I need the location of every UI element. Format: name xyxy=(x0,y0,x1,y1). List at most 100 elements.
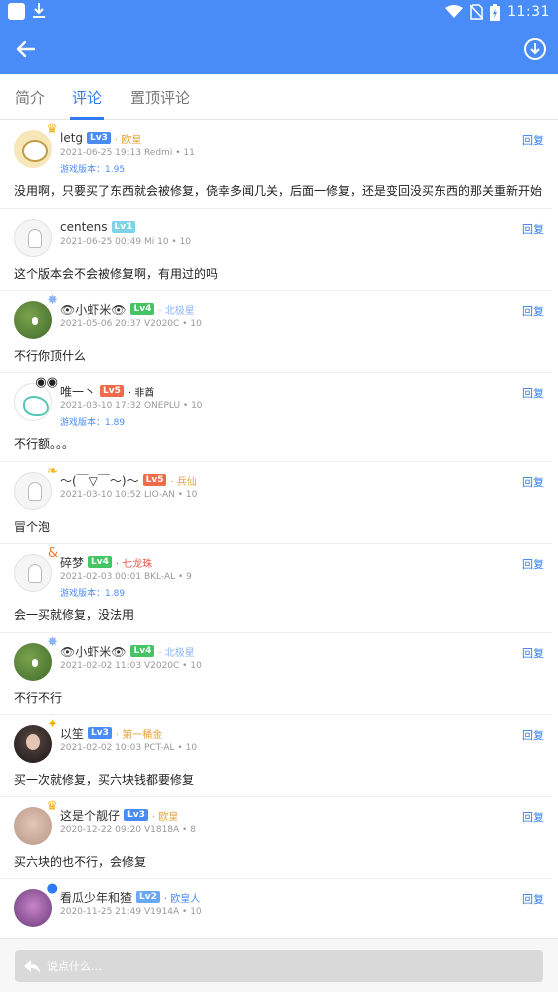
comment-item[interactable]: ❧ ～(￣▽￣～)～ Lv5 · 兵仙 2021-03-10 10:52 LIO-AN … xyxy=(0,462,552,544)
username[interactable]: 这是个靓仔 xyxy=(60,807,120,824)
user-avatar[interactable] xyxy=(14,219,52,257)
reply-button[interactable]: 回复 xyxy=(522,385,544,401)
comment-item[interactable]: & 碎梦 Lv4 · 七龙珠 2021-02-03 00:01 BKL-AL • 9 游戏… xyxy=(0,544,552,633)
user-info-line: 看瓜少年和猹 Lv2 · 欧皇人 xyxy=(60,889,200,905)
comment-item[interactable]: ◉◉ 唯一丶 Lv5 · 非酋 2021-03-10 17:32 ONEPLU • 10… xyxy=(0,373,552,462)
comment-text: 买六块的也不行，会修复 xyxy=(14,855,147,869)
comment-text: 冒个泡 xyxy=(14,520,51,534)
user-avatar[interactable]: & xyxy=(14,547,58,592)
reply-button[interactable]: 回复 xyxy=(522,474,544,490)
reply-icon xyxy=(24,960,40,973)
level-badge: Lv4 xyxy=(130,645,155,657)
avatar-badge-icon: ✦ xyxy=(47,717,58,732)
comment-meta: 2020-11-25 21:49 V1914A • 10 xyxy=(60,907,202,917)
level-badge: Lv5 xyxy=(142,474,167,486)
reply-button[interactable]: 回复 xyxy=(522,891,544,907)
user-avatar[interactable]: ◉◉ xyxy=(14,376,58,421)
user-info-line: centens Lv1 xyxy=(60,219,139,235)
comment-text: 没用啊，只要买了东西就会被修复，侥幸多闻几关，后面一修复，还是变回没买东西的那关… xyxy=(14,184,543,198)
level-badge: Lv4 xyxy=(130,303,155,315)
comment-item[interactable]: ✸ 👁小虾米👁 Lv4 · 北极星 2021-02-02 11:03 V2020C • … xyxy=(0,633,552,715)
comment-meta: 2021-02-02 11:03 V2020C • 10 xyxy=(60,661,202,671)
comment-text: 买一次就修复，买六块钱都要修复 xyxy=(14,773,195,787)
tab-intro[interactable]: 简介 xyxy=(15,87,45,108)
avatar-badge-icon: ✸ xyxy=(47,635,58,650)
reply-button[interactable]: 回复 xyxy=(522,809,544,825)
username[interactable]: 看瓜少年和猹 xyxy=(60,889,132,906)
comment-text: 不行你顶什么 xyxy=(14,349,87,363)
wifi-icon xyxy=(445,5,464,18)
username[interactable]: centens xyxy=(60,220,108,234)
user-info-line: ～(￣▽￣～)～ Lv5 · 兵仙 xyxy=(60,472,197,488)
level-badge: Lv4 xyxy=(88,556,112,568)
user-avatar[interactable]: ✦ xyxy=(14,718,58,763)
download-notification-icon xyxy=(33,3,45,18)
comment-input-placeholder: 说点什么... xyxy=(47,960,102,973)
user-title: · 北极星 xyxy=(158,647,195,659)
comment-meta: 2021-03-10 17:32 ONEPLU • 10 xyxy=(60,401,203,411)
user-info-line: 以笙 Lv3 · 第一桶金 xyxy=(60,725,162,741)
username[interactable]: 唯一丶 xyxy=(60,383,96,400)
app-bar xyxy=(0,24,558,74)
comment-item[interactable]: ♛ letg Lv3 · 欧皇 2021-06-25 19:13 Redmi • 11 游… xyxy=(0,120,552,209)
tab-comments[interactable]: 评论 xyxy=(72,87,102,108)
avatar-badge-icon: ● xyxy=(46,881,58,896)
comment-item[interactable]: ✦ 以笙 Lv3 · 第一桶金 2021-02-02 10:03 PCT-AL • 10… xyxy=(0,715,552,797)
user-avatar[interactable]: ♛ xyxy=(14,800,58,845)
user-info-line: 唯一丶 Lv5 · 非酋 xyxy=(60,383,154,399)
game-version: 游戏版本：1.95 xyxy=(60,165,126,175)
user-title: · 欧皇 xyxy=(151,811,179,823)
reply-button[interactable]: 回复 xyxy=(522,132,544,148)
reply-button[interactable]: 回复 xyxy=(522,221,544,237)
user-avatar[interactable]: ♛ xyxy=(14,123,58,168)
comment-meta: 2021-02-03 00:01 BKL-AL • 9 xyxy=(60,572,192,582)
reply-button[interactable]: 回复 xyxy=(522,303,544,319)
username[interactable]: 碎梦 xyxy=(60,554,84,571)
comment-input-bar: 说点什么... xyxy=(0,938,558,992)
username[interactable]: 以笙 xyxy=(60,725,84,742)
comment-list[interactable]: ♛ letg Lv3 · 欧皇 2021-06-25 19:13 Redmi • 11 游… xyxy=(0,120,558,938)
comment-meta: 2021-06-25 19:13 Redmi • 11 xyxy=(60,148,195,158)
user-title: · 第一桶金 xyxy=(115,729,163,741)
username[interactable]: 👁小虾米👁 xyxy=(60,643,126,660)
user-avatar[interactable]: ● xyxy=(14,882,58,927)
reply-button[interactable]: 回复 xyxy=(522,556,544,572)
user-title: · 欧皇 xyxy=(114,134,142,146)
comment-text: 不行不行 xyxy=(14,691,63,705)
user-title: · 北极星 xyxy=(158,305,195,317)
reply-button[interactable]: 回复 xyxy=(522,645,544,661)
comment-item[interactable]: ✸ 👁小虾米👁 Lv4 · 北极星 2021-05-06 20:37 V2020C • … xyxy=(0,291,552,373)
reply-button[interactable]: 回复 xyxy=(522,727,544,743)
user-title: · 欧皇人 xyxy=(163,893,201,905)
tab-pinned-comments[interactable]: 置顶评论 xyxy=(130,87,190,108)
comment-meta: 2021-02-02 10:03 PCT-AL • 10 xyxy=(60,743,198,753)
comment-item[interactable]: centens Lv1 2021-06-25 00:49 Mi 10 • 10 回复这… xyxy=(0,209,552,291)
avatar-badge-icon: ✸ xyxy=(47,293,58,308)
user-title: · 非酋 xyxy=(127,387,155,399)
level-badge: Lv3 xyxy=(124,809,148,821)
username[interactable]: letg xyxy=(60,131,83,145)
comment-text: 会一买就修复，没法用 xyxy=(14,608,135,622)
comment-input[interactable]: 说点什么... xyxy=(15,950,543,982)
level-badge: Lv5 xyxy=(100,385,124,397)
avatar-badge-icon: & xyxy=(47,546,58,561)
user-info-line: 碎梦 Lv4 · 七龙珠 xyxy=(60,554,152,570)
comment-text: 这个版本会不会被修复啊，有用过的吗 xyxy=(14,267,219,281)
username[interactable]: ～(￣▽￣～)～ xyxy=(60,472,139,489)
comment-item[interactable]: ♛ 这是个靓仔 Lv3 · 欧皇 2020-12-22 09:20 V1818A • 8… xyxy=(0,797,552,879)
download-circle-icon[interactable] xyxy=(522,36,548,62)
level-badge: Lv3 xyxy=(87,132,111,144)
comment-meta: 2021-06-25 00:49 Mi 10 • 10 xyxy=(60,237,192,247)
user-title: · 七龙珠 xyxy=(115,558,153,570)
user-avatar[interactable]: ✸ xyxy=(14,636,58,681)
username[interactable]: 👁小虾米👁 xyxy=(60,301,126,318)
comment-text: 不行额。。。 xyxy=(14,437,75,451)
avatar-badge-icon: ♛ xyxy=(46,122,58,137)
comment-item[interactable]: ● 看瓜少年和猹 Lv2 · 欧皇人 2020-11-25 21:49 V1914A •… xyxy=(0,879,552,938)
back-arrow-icon[interactable] xyxy=(12,36,40,62)
user-avatar[interactable]: ❧ xyxy=(14,465,58,510)
user-avatar[interactable]: ✸ xyxy=(14,294,58,339)
battery-icon xyxy=(490,3,501,21)
game-version: 游戏版本：1.89 xyxy=(60,589,126,599)
app-notification-icon xyxy=(8,3,25,20)
